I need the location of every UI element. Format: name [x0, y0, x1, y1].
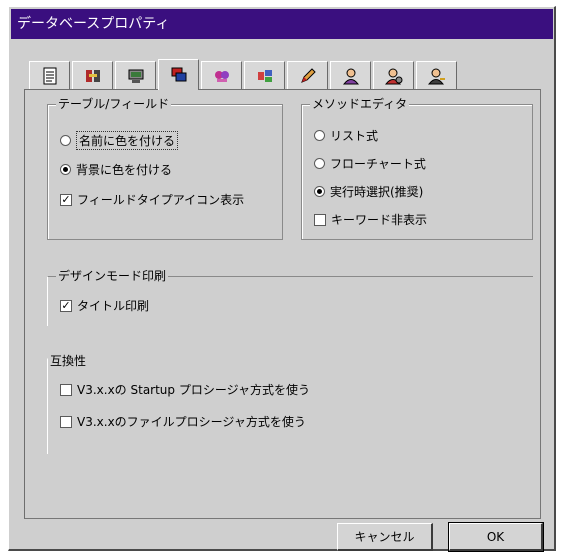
- title-bar: データベースプロパティ: [11, 9, 553, 39]
- properties-dialog: データベースプロパティ テーブル/フィールド 名前に色を付ける 背景に色を付ける…: [8, 6, 556, 552]
- title-print-label: タイトル印刷: [77, 299, 150, 313]
- list-style-option[interactable]: リスト式: [314, 127, 378, 144]
- tab-user-gear[interactable]: [373, 61, 414, 89]
- tab-user-key[interactable]: [416, 61, 457, 89]
- tab-shapes[interactable]: [244, 61, 285, 89]
- tab-panel-display: テーブル/フィールド 名前に色を付ける 背景に色を付ける ✓ フィールドタイプア…: [24, 89, 541, 519]
- shapes-icon: [257, 69, 272, 82]
- field-type-icon-label: フィールドタイプアイコン表示: [77, 193, 245, 207]
- hide-keywords-checkbox[interactable]: [314, 213, 326, 226]
- bg-color-label: 背景に色を付ける: [76, 163, 173, 177]
- tab-general[interactable]: [29, 61, 70, 89]
- design-print-group: デザインモード印刷 ✓ タイトル印刷: [47, 268, 533, 326]
- tab-colors[interactable]: [201, 61, 242, 89]
- tab-strip: [29, 59, 459, 90]
- table-field-legend: テーブル/フィールド: [56, 96, 172, 112]
- name-color-radio[interactable]: [60, 135, 71, 146]
- design-print-legend: デザインモード印刷: [56, 268, 169, 284]
- startup-proc-label: V3.x.xの Startup プロシージャ方式を使う: [77, 383, 311, 397]
- compat-legend: 互換性: [48, 353, 89, 369]
- flowchart-style-label: フローチャート式: [330, 157, 426, 171]
- runtime-select-option[interactable]: 実行時選択(推奨): [314, 183, 423, 200]
- table-field-group: テーブル/フィールド 名前に色を付ける 背景に色を付ける ✓ フィールドタイプア…: [47, 96, 283, 240]
- method-editor-group: メソッドエディタ リスト式 フローチャート式 実行時選択(推奨) キーワード非表…: [301, 96, 533, 240]
- document-icon: [43, 67, 56, 84]
- runtime-select-label: 実行時選択(推奨): [330, 185, 424, 199]
- flowchart-style-option[interactable]: フローチャート式: [314, 155, 426, 172]
- hide-keywords-option[interactable]: キーワード非表示: [314, 211, 427, 228]
- user-gear-icon: [384, 68, 402, 84]
- tab-tools[interactable]: [72, 61, 113, 89]
- ok-button[interactable]: OK: [448, 522, 544, 552]
- file-proc-checkbox[interactable]: [60, 415, 72, 428]
- file-proc-option[interactable]: V3.x.xのファイルプロシージャ方式を使う: [60, 413, 306, 430]
- monitor-icon: [128, 69, 143, 83]
- name-color-option[interactable]: 名前に色を付ける: [60, 131, 179, 150]
- list-style-label: リスト式: [330, 129, 379, 143]
- runtime-select-radio[interactable]: [314, 186, 325, 197]
- hide-keywords-label: キーワード非表示: [331, 213, 428, 227]
- tab-edit[interactable]: [287, 61, 328, 89]
- field-type-icon-checkbox[interactable]: ✓: [60, 193, 72, 206]
- user-icon: [342, 68, 359, 84]
- method-editor-legend: メソッドエディタ: [310, 96, 410, 112]
- file-proc-label: V3.x.xのファイルプロシージャ方式を使う: [77, 415, 306, 429]
- tools-icon: [85, 69, 100, 82]
- title-print-checkbox[interactable]: ✓: [60, 299, 72, 312]
- name-color-label: 名前に色を付ける: [76, 131, 179, 150]
- bg-color-radio[interactable]: [60, 164, 71, 175]
- bg-color-option[interactable]: 背景に色を付ける: [60, 161, 172, 178]
- window-title: データベースプロパティ: [17, 16, 170, 32]
- tab-user[interactable]: [330, 61, 371, 89]
- pencil-icon: [300, 67, 316, 83]
- startup-proc-checkbox[interactable]: [60, 383, 72, 396]
- field-type-icon-option[interactable]: ✓ フィールドタイプアイコン表示: [60, 191, 244, 208]
- user-key-icon: [427, 68, 445, 84]
- title-print-option[interactable]: ✓ タイトル印刷: [60, 297, 149, 314]
- tab-monitor[interactable]: [115, 61, 156, 89]
- compat-group: 互換性 V3.x.xの Startup プロシージャ方式を使う V3.x.xのフ…: [47, 353, 533, 454]
- display-icon: [171, 67, 186, 82]
- flowchart-style-radio[interactable]: [314, 158, 325, 169]
- startup-proc-option[interactable]: V3.x.xの Startup プロシージャ方式を使う: [60, 381, 310, 398]
- tab-display[interactable]: [158, 59, 199, 90]
- cancel-button[interactable]: キャンセル: [337, 523, 433, 551]
- palette-icon: [214, 70, 229, 82]
- list-style-radio[interactable]: [314, 130, 325, 141]
